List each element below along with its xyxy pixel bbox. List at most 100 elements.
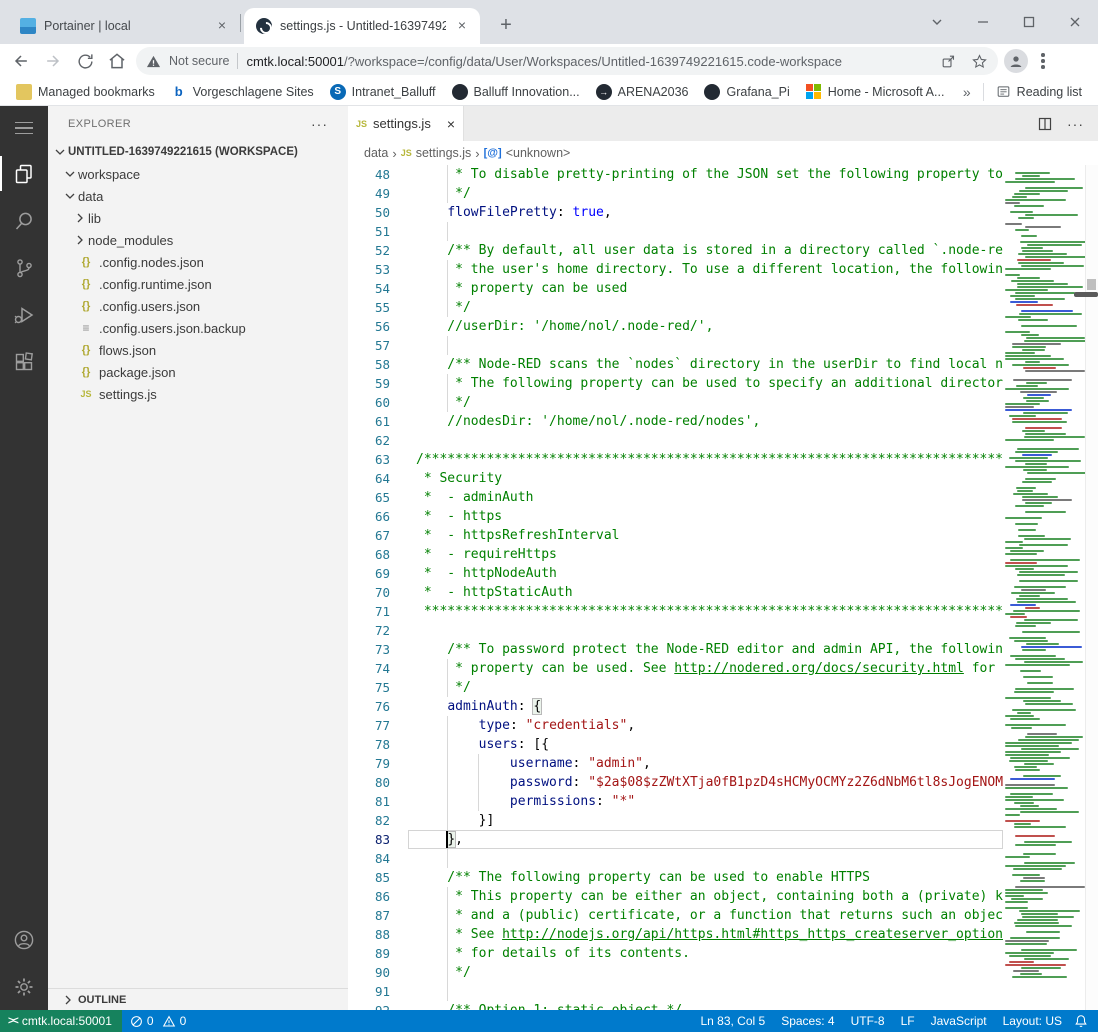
url-text[interactable]: cmtk.local:50001/?workspace=/config/data…	[246, 54, 932, 69]
explorer-more-actions[interactable]: ···	[311, 116, 328, 132]
tab-search-chevron-icon[interactable]	[914, 6, 960, 38]
tree-item-settings-js[interactable]: JSsettings.js	[48, 383, 348, 405]
code-text[interactable]: /** The following property can be used t…	[416, 868, 870, 887]
editor-more-actions-icon[interactable]: ···	[1067, 116, 1084, 132]
tree-item-data[interactable]: data	[48, 185, 348, 207]
new-tab-button[interactable]: +	[492, 12, 520, 40]
code-text[interactable]: /** Option 1: static object */	[416, 1001, 682, 1010]
code-text[interactable]: */	[416, 298, 471, 317]
browser-tab-portainer[interactable]: Portainer | local ×	[8, 8, 240, 44]
code-line-87[interactable]: 87 * and a (public) certificate, or a fu…	[348, 906, 1003, 925]
tree-item--config-users-json[interactable]: {}.config.users.json	[48, 295, 348, 317]
not-secure-label[interactable]: Not secure	[169, 54, 229, 68]
code-text[interactable]: */	[416, 184, 471, 203]
bookmark-item[interactable]: Managed bookmarks	[8, 81, 163, 103]
code-line-56[interactable]: 56 //userDir: '/home/nol/.node-red/',	[348, 317, 1003, 336]
home-icon[interactable]	[104, 48, 130, 74]
outline-section[interactable]: OUTLINE	[48, 988, 348, 1010]
tree-item-flows-json[interactable]: {}flows.json	[48, 339, 348, 361]
problems-indicator[interactable]: 0 0	[122, 1014, 194, 1028]
code-line-48[interactable]: 48 * To disable pretty-printing of the J…	[348, 165, 1003, 184]
breadcrumb-symbol[interactable]: [@]<unknown>	[484, 146, 571, 160]
bookmark-item[interactable]: →ARENA2036	[588, 81, 697, 103]
tree-root-workspace[interactable]: UNTITLED-1639749221615 (WORKSPACE)	[48, 141, 348, 163]
code-line-80[interactable]: 80 password: "$2a$08$zZWtXTja0fB1pzD4sHC…	[348, 773, 1003, 792]
code-text[interactable]: */	[416, 678, 471, 697]
remote-indicator[interactable]: >< cmtk.local:50001	[0, 1010, 122, 1032]
code-line-73[interactable]: 73 /** To password protect the Node-RED …	[348, 640, 1003, 659]
back-icon[interactable]	[8, 48, 34, 74]
code-editor[interactable]: 48 * To disable pretty-printing of the J…	[348, 165, 1098, 1010]
account-icon[interactable]	[0, 916, 48, 963]
code-text[interactable]: * - adminAuth	[416, 488, 533, 507]
code-text[interactable]: * Security	[416, 469, 502, 488]
status-item-ln[interactable]: Ln 83, Col 5	[692, 1014, 773, 1028]
code-text[interactable]: * - httpStaticAuth	[416, 583, 573, 602]
forward-icon[interactable]	[40, 48, 66, 74]
explorer-icon[interactable]	[0, 150, 48, 197]
status-item-utf-8[interactable]: UTF-8	[843, 1014, 893, 1028]
code-line-84[interactable]: 84	[348, 849, 1003, 868]
share-icon[interactable]	[940, 53, 957, 70]
code-line-89[interactable]: 89 * for details of its contents.	[348, 944, 1003, 963]
code-line-63[interactable]: 63/*************************************…	[348, 450, 1003, 469]
bookmarks-overflow-chevron[interactable]: »	[955, 84, 979, 100]
code-text[interactable]: /** Node-RED scans the `nodes` directory…	[416, 355, 1003, 374]
code-line-64[interactable]: 64 * Security	[348, 469, 1003, 488]
profile-avatar[interactable]	[1004, 49, 1028, 73]
code-line-57[interactable]: 57	[348, 336, 1003, 355]
code-line-58[interactable]: 58 /** Node-RED scans the `nodes` direct…	[348, 355, 1003, 374]
tree-item--config-runtime-json[interactable]: {}.config.runtime.json	[48, 273, 348, 295]
code-text[interactable]: flowFilePretty: true,	[416, 203, 612, 222]
run-debug-icon[interactable]	[0, 291, 48, 338]
reading-list-button[interactable]: Reading list	[988, 81, 1090, 102]
scroll-drag-handle[interactable]	[1074, 292, 1098, 297]
code-line-85[interactable]: 85 /** The following property can be use…	[348, 868, 1003, 887]
code-text[interactable]: permissions: "*"	[416, 792, 635, 811]
bookmark-star-icon[interactable]	[971, 53, 988, 70]
breadcrumb-data[interactable]: data	[364, 146, 388, 160]
code-line-92[interactable]: 92 /** Option 1: static object */	[348, 1001, 1003, 1010]
code-text[interactable]: type: "credentials",	[416, 716, 635, 735]
editor-tab-settings-js[interactable]: JS settings.js ×	[348, 106, 464, 141]
bookmark-item[interactable]: Home - Microsoft A...	[798, 81, 953, 103]
code-line-76[interactable]: 76 adminAuth: {	[348, 697, 1003, 716]
code-line-78[interactable]: 78 users: [{	[348, 735, 1003, 754]
code-line-67[interactable]: 67 * - httpsRefreshInterval	[348, 526, 1003, 545]
tab-close-icon[interactable]: ×	[214, 18, 230, 34]
code-line-68[interactable]: 68 * - requireHttps	[348, 545, 1003, 564]
code-text[interactable]: ****************************************…	[416, 602, 1003, 621]
code-line-65[interactable]: 65 * - adminAuth	[348, 488, 1003, 507]
code-line-70[interactable]: 70 * - httpStaticAuth	[348, 583, 1003, 602]
code-line-55[interactable]: 55 */	[348, 298, 1003, 317]
code-text[interactable]: * The following property can be used to …	[416, 374, 1003, 393]
code-text[interactable]: */	[416, 393, 471, 412]
scrollbar-thumb[interactable]	[1087, 279, 1096, 290]
code-line-72[interactable]: 72	[348, 621, 1003, 640]
reload-icon[interactable]	[72, 48, 98, 74]
split-editor-icon[interactable]	[1037, 116, 1053, 132]
code-text[interactable]: * property can be used. See http://noder…	[416, 659, 1003, 678]
code-text[interactable]: adminAuth: {	[416, 697, 541, 716]
code-line-50[interactable]: 50 flowFilePretty: true,	[348, 203, 1003, 222]
code-text[interactable]: * To disable pretty-printing of the JSON…	[416, 165, 1003, 184]
code-line-51[interactable]: 51	[348, 222, 1003, 241]
code-text[interactable]: //nodesDir: '/home/nol/.node-red/nodes',	[416, 412, 760, 431]
bookmark-item[interactable]: bVorgeschlagene Sites	[163, 81, 322, 103]
code-line-61[interactable]: 61 //nodesDir: '/home/nol/.node-red/node…	[348, 412, 1003, 431]
code-line-79[interactable]: 79 username: "admin",	[348, 754, 1003, 773]
code-text[interactable]: }]	[416, 811, 494, 830]
bookmark-item[interactable]: Grafana_Pi	[696, 81, 797, 103]
code-text[interactable]: * - https	[416, 507, 502, 526]
code-line-62[interactable]: 62	[348, 431, 1003, 450]
code-lines[interactable]: 48 * To disable pretty-printing of the J…	[348, 165, 1003, 1010]
code-line-53[interactable]: 53 * the user's home directory. To use a…	[348, 260, 1003, 279]
code-line-88[interactable]: 88 * See http://nodejs.org/api/https.htm…	[348, 925, 1003, 944]
code-line-75[interactable]: 75 */	[348, 678, 1003, 697]
code-line-71[interactable]: 71 *************************************…	[348, 602, 1003, 621]
code-text[interactable]: /** By default, all user data is stored …	[416, 241, 1003, 260]
close-button[interactable]	[1052, 6, 1098, 38]
status-item-layout[interactable]: Layout: US	[995, 1014, 1070, 1028]
search-icon[interactable]	[0, 197, 48, 244]
code-text[interactable]: * for details of its contents.	[416, 944, 690, 963]
